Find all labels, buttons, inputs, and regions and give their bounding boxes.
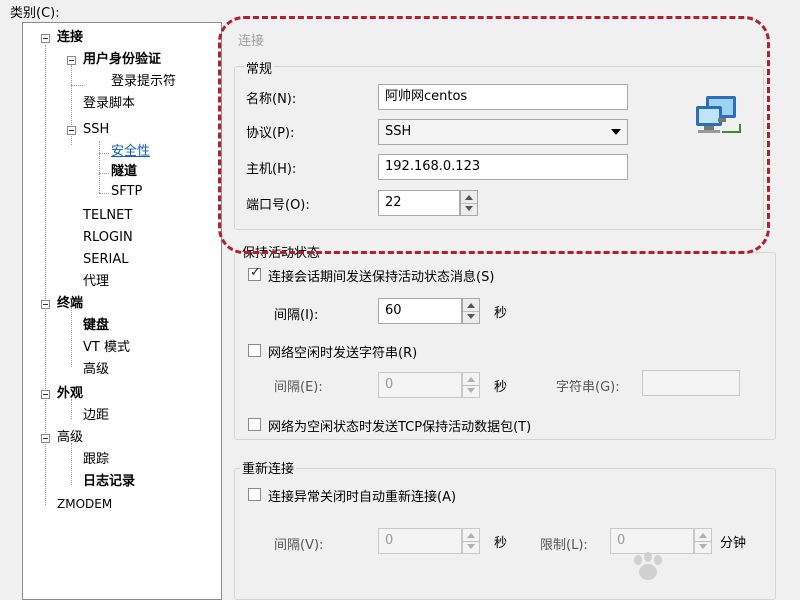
keepalive-interval-spinner[interactable] (462, 298, 480, 324)
minus-box-icon[interactable] (41, 434, 50, 443)
host-label: 主机(H): (246, 162, 297, 177)
tree-line (71, 443, 72, 485)
auto-reconnect-checkbox[interactable] (248, 488, 261, 501)
minus-box-icon[interactable] (41, 300, 50, 309)
idle-string-checkbox[interactable] (248, 344, 261, 357)
minus-box-icon[interactable] (67, 126, 76, 135)
spin-up-icon (699, 533, 707, 538)
idle-interval-unit: 秒 (494, 380, 508, 395)
port-spinner[interactable] (460, 190, 478, 216)
idle-interval-label: 间隔(E): (274, 380, 323, 395)
keepalive-legend: 保持活动状态 (240, 242, 323, 261)
tree-item-telnet[interactable]: TELNET (83, 207, 132, 225)
tree-item-ssh[interactable]: SSH (83, 121, 109, 139)
tree-item-auth[interactable]: 用户身份验证 (83, 51, 161, 69)
reconnect-legend: 重新连接 (240, 458, 297, 477)
tree-item-trace[interactable]: 跟踪 (83, 451, 109, 469)
send-keepalive-label[interactable]: 连接会话期间发送保持活动状态消息(S) (268, 266, 494, 285)
auto-reconnect-label[interactable]: 连接异常关闭时自动重新连接(A) (268, 486, 456, 505)
tree-item-sftp[interactable]: SFTP (111, 183, 142, 201)
panel-header: 连接 (238, 34, 265, 49)
port-label: 端口号(O): (246, 198, 310, 213)
network-computers-icon (696, 96, 741, 133)
tree-item-login-prompt[interactable]: 登录提示符 (111, 73, 176, 91)
tree-item-proxy[interactable]: 代理 (83, 273, 109, 291)
idle-string-label[interactable]: 网络空闲时发送字符串(R) (268, 342, 417, 361)
category-tree[interactable]: 连接 用户身份验证 登录提示符 登录脚本 SSH 安全性 隧道 SFTP TEL… (22, 22, 222, 600)
chevron-down-icon (611, 129, 621, 135)
name-input[interactable]: 阿帅网centos (378, 84, 628, 110)
minus-box-icon[interactable] (41, 34, 50, 43)
spin-up-icon (467, 377, 475, 382)
idle-interval-spinner[interactable] (462, 372, 480, 398)
tcp-keepalive-checkbox[interactable] (248, 418, 261, 431)
tree-item-terminal[interactable]: 终端 (57, 295, 83, 313)
tree-line (99, 153, 109, 154)
spin-down-icon (465, 206, 473, 211)
tree-line (99, 193, 109, 194)
spin-up-icon (467, 303, 475, 308)
tree-item-margin[interactable]: 边距 (83, 407, 109, 425)
reconnect-interval-label: 间隔(V): (274, 538, 324, 553)
reconnect-interval-input[interactable]: 0 (378, 528, 462, 554)
keepalive-interval-unit: 秒 (494, 306, 508, 321)
tree-line (99, 173, 109, 174)
general-legend: 常规 (244, 58, 275, 77)
keepalive-interval-label: 间隔(I): (274, 308, 319, 323)
connection-settings-panel: 连接 常规 名称(N): 阿帅网centos 协议(P): SSH 主机(H):… (218, 16, 800, 600)
tree-item-connection[interactable]: 连接 (57, 29, 83, 47)
send-keepalive-checkbox[interactable]: ✓ (248, 265, 261, 281)
minus-box-icon[interactable] (41, 390, 50, 399)
protocol-label: 协议(P): (246, 126, 295, 141)
tree-item-appearance[interactable]: 外观 (57, 385, 83, 403)
host-input[interactable]: 192.168.0.123 (378, 154, 628, 180)
checkmark-icon: ✓ (250, 265, 261, 280)
tree-item-terminal-advanced[interactable]: 高级 (83, 361, 109, 379)
protocol-select[interactable]: SSH (378, 119, 628, 145)
spin-down-icon (467, 544, 475, 549)
tree-item-keyboard[interactable]: 键盘 (83, 317, 109, 335)
tree-item-serial[interactable]: SERIAL (83, 251, 128, 269)
string-input[interactable] (642, 370, 740, 396)
reconnect-interval-unit: 秒 (494, 536, 508, 551)
tree-item-advanced[interactable]: 高级 (57, 429, 83, 447)
name-label: 名称(N): (246, 92, 297, 107)
port-input[interactable]: 22 (378, 190, 460, 216)
spin-down-icon (467, 314, 475, 319)
tree-line (71, 85, 83, 86)
tree-item-tunnel[interactable]: 隧道 (111, 163, 137, 181)
tree-item-log[interactable]: 日志记录 (83, 473, 135, 491)
baidu-watermark (634, 552, 662, 580)
tree-item-login-script[interactable]: 登录脚本 (83, 95, 135, 113)
tcp-keepalive-label[interactable]: 网络为空闲状态时发送TCP保持活动数据包(T) (268, 416, 531, 435)
string-label: 字符串(G): (556, 380, 620, 395)
keepalive-interval-input[interactable]: 60 (378, 298, 462, 324)
tree-item-rlogin[interactable]: RLOGIN (83, 229, 133, 247)
tree-item-vt-mode[interactable]: VT 模式 (83, 339, 130, 357)
spin-up-icon (465, 195, 473, 200)
protocol-value: SSH (385, 124, 412, 139)
tree-item-security[interactable]: 安全性 (111, 143, 150, 161)
idle-interval-input[interactable]: 0 (378, 372, 462, 398)
spin-down-icon (467, 388, 475, 393)
tree-line (99, 141, 100, 193)
minus-box-icon[interactable] (67, 56, 76, 65)
tree-item-zmodem[interactable]: ZMODEM (57, 495, 112, 513)
reconnect-interval-spinner[interactable] (462, 528, 480, 554)
spin-up-icon (467, 533, 475, 538)
tree-line (71, 307, 72, 367)
category-label: 类别(C): (10, 6, 60, 21)
